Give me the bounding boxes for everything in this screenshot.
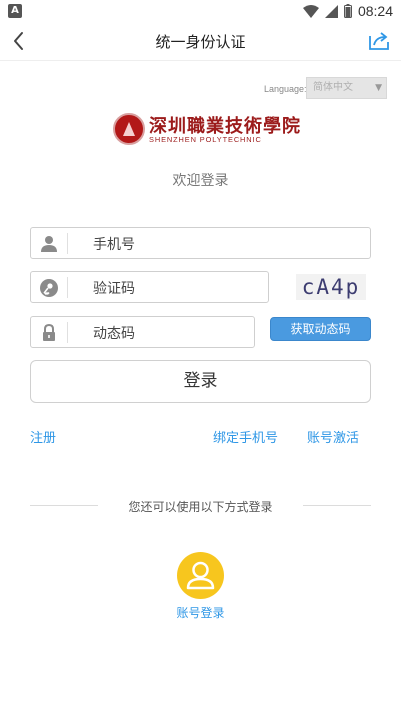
language-label: Language: (264, 84, 307, 94)
lock-icon (43, 324, 55, 341)
logo-english-name: SHENZHEN POLYTECHNIC (149, 135, 262, 144)
header-bar: 统一身份认证 (0, 22, 401, 61)
get-dynamic-code-button[interactable]: 获取动态码 (270, 317, 371, 341)
status-bar: A 08:24 (0, 0, 401, 22)
captcha-input[interactable]: 验证码 (30, 271, 269, 303)
bind-phone-link[interactable]: 绑定手机号 (213, 427, 278, 446)
share-icon (369, 32, 389, 50)
dynamic-code-input[interactable]: 动态码 (30, 316, 255, 348)
field-separator (67, 277, 68, 298)
field-separator (67, 233, 68, 254)
login-button[interactable]: 登录 (30, 360, 371, 403)
notification-icon: A (8, 4, 22, 18)
captcha-image[interactable]: cA4p (296, 274, 366, 300)
school-seal-icon (113, 113, 145, 145)
field-separator (67, 322, 68, 343)
divider-right (303, 505, 371, 506)
status-icons: 08:24 (302, 2, 393, 20)
user-icon (41, 236, 57, 252)
dynamic-code-placeholder: 动态码 (93, 326, 135, 342)
status-time: 08:24 (357, 3, 393, 19)
key-icon (40, 279, 58, 297)
account-login-label[interactable]: 账号登录 (0, 604, 401, 621)
activate-account-link[interactable]: 账号激活 (307, 427, 359, 446)
share-button[interactable] (367, 28, 391, 52)
phone-input[interactable]: 手机号 (30, 227, 371, 259)
wifi-icon (302, 4, 319, 18)
signal-icon (324, 4, 338, 18)
school-logo: 深圳職業技術學院 SHENZHEN POLYTECHNIC (113, 113, 300, 149)
register-link[interactable]: 注册 (30, 427, 56, 446)
battery-icon (343, 4, 352, 18)
page-title: 统一身份认证 (155, 33, 246, 51)
person-icon (186, 561, 215, 590)
captcha-placeholder: 验证码 (93, 281, 135, 297)
language-selected-value: 简体中文 (313, 82, 353, 93)
phone-placeholder: 手机号 (93, 237, 135, 253)
language-select[interactable]: 简体中文 ▼ (306, 77, 387, 99)
welcome-text: 欢迎登录 (172, 173, 229, 189)
account-login-button[interactable] (177, 552, 224, 599)
dropdown-arrow-icon: ▼ (375, 83, 382, 93)
other-login-text: 您还可以使用以下方式登录 (128, 500, 273, 514)
